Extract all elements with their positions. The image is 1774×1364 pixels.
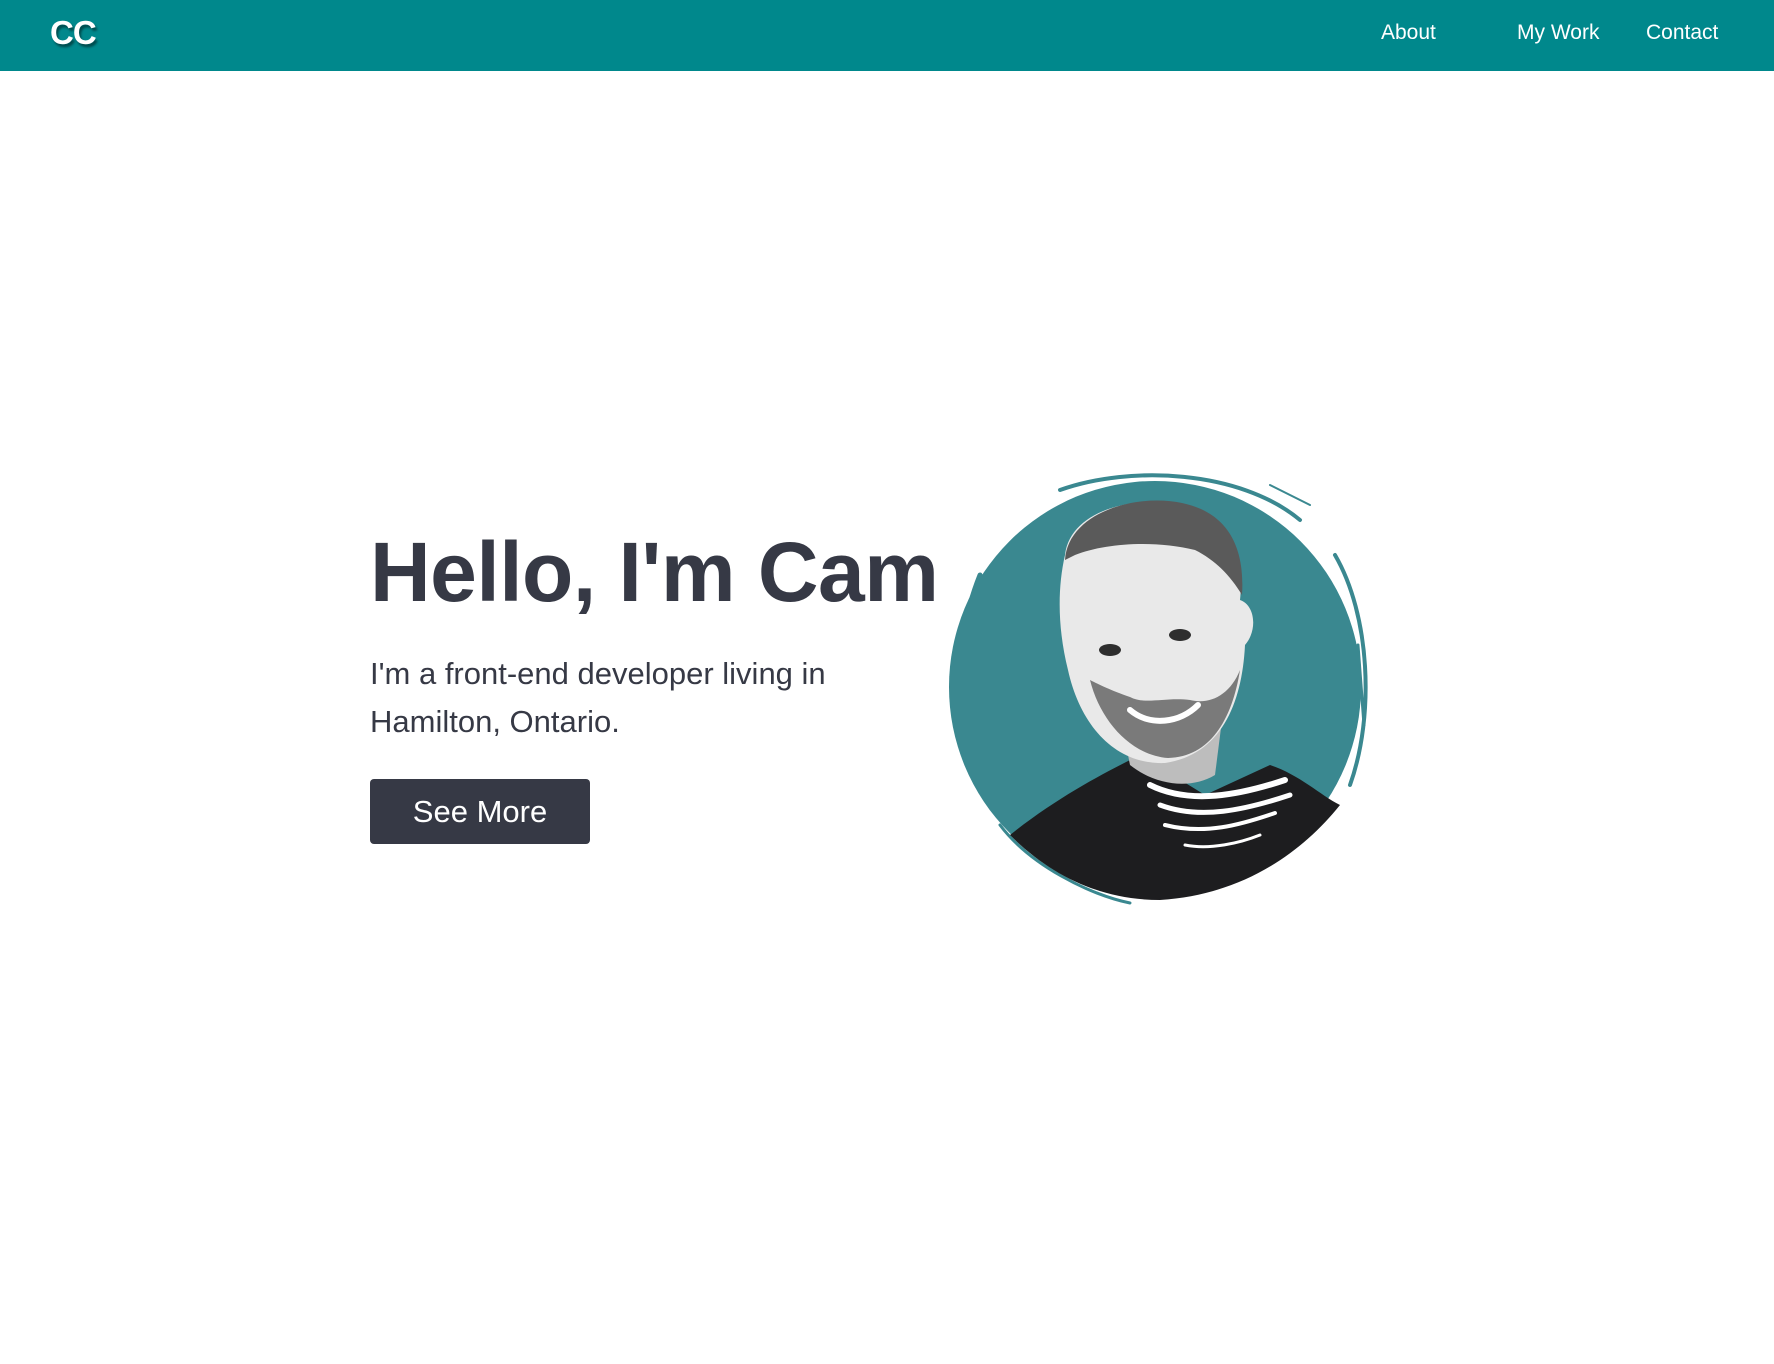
portrait-eye-left bbox=[1099, 644, 1121, 656]
see-more-button[interactable]: See More bbox=[370, 779, 590, 844]
portrait-image bbox=[949, 473, 1368, 905]
nav-link-about[interactable]: About bbox=[1381, 21, 1436, 45]
portrait-eye-right bbox=[1169, 629, 1191, 641]
nav-link-my-work[interactable]: My Work bbox=[1517, 21, 1599, 45]
hero-intro: Hello, I'm Cam I'm a front-end developer… bbox=[370, 525, 939, 844]
hero-subtitle: I'm a front-end developer living in Hami… bbox=[370, 656, 826, 739]
top-navbar: CC About My Work Contact bbox=[0, 0, 1774, 71]
nav-link-contact[interactable]: Contact bbox=[1646, 21, 1718, 45]
hero-title: Hello, I'm Cam bbox=[370, 525, 939, 619]
site-logo[interactable]: CC bbox=[50, 14, 97, 52]
